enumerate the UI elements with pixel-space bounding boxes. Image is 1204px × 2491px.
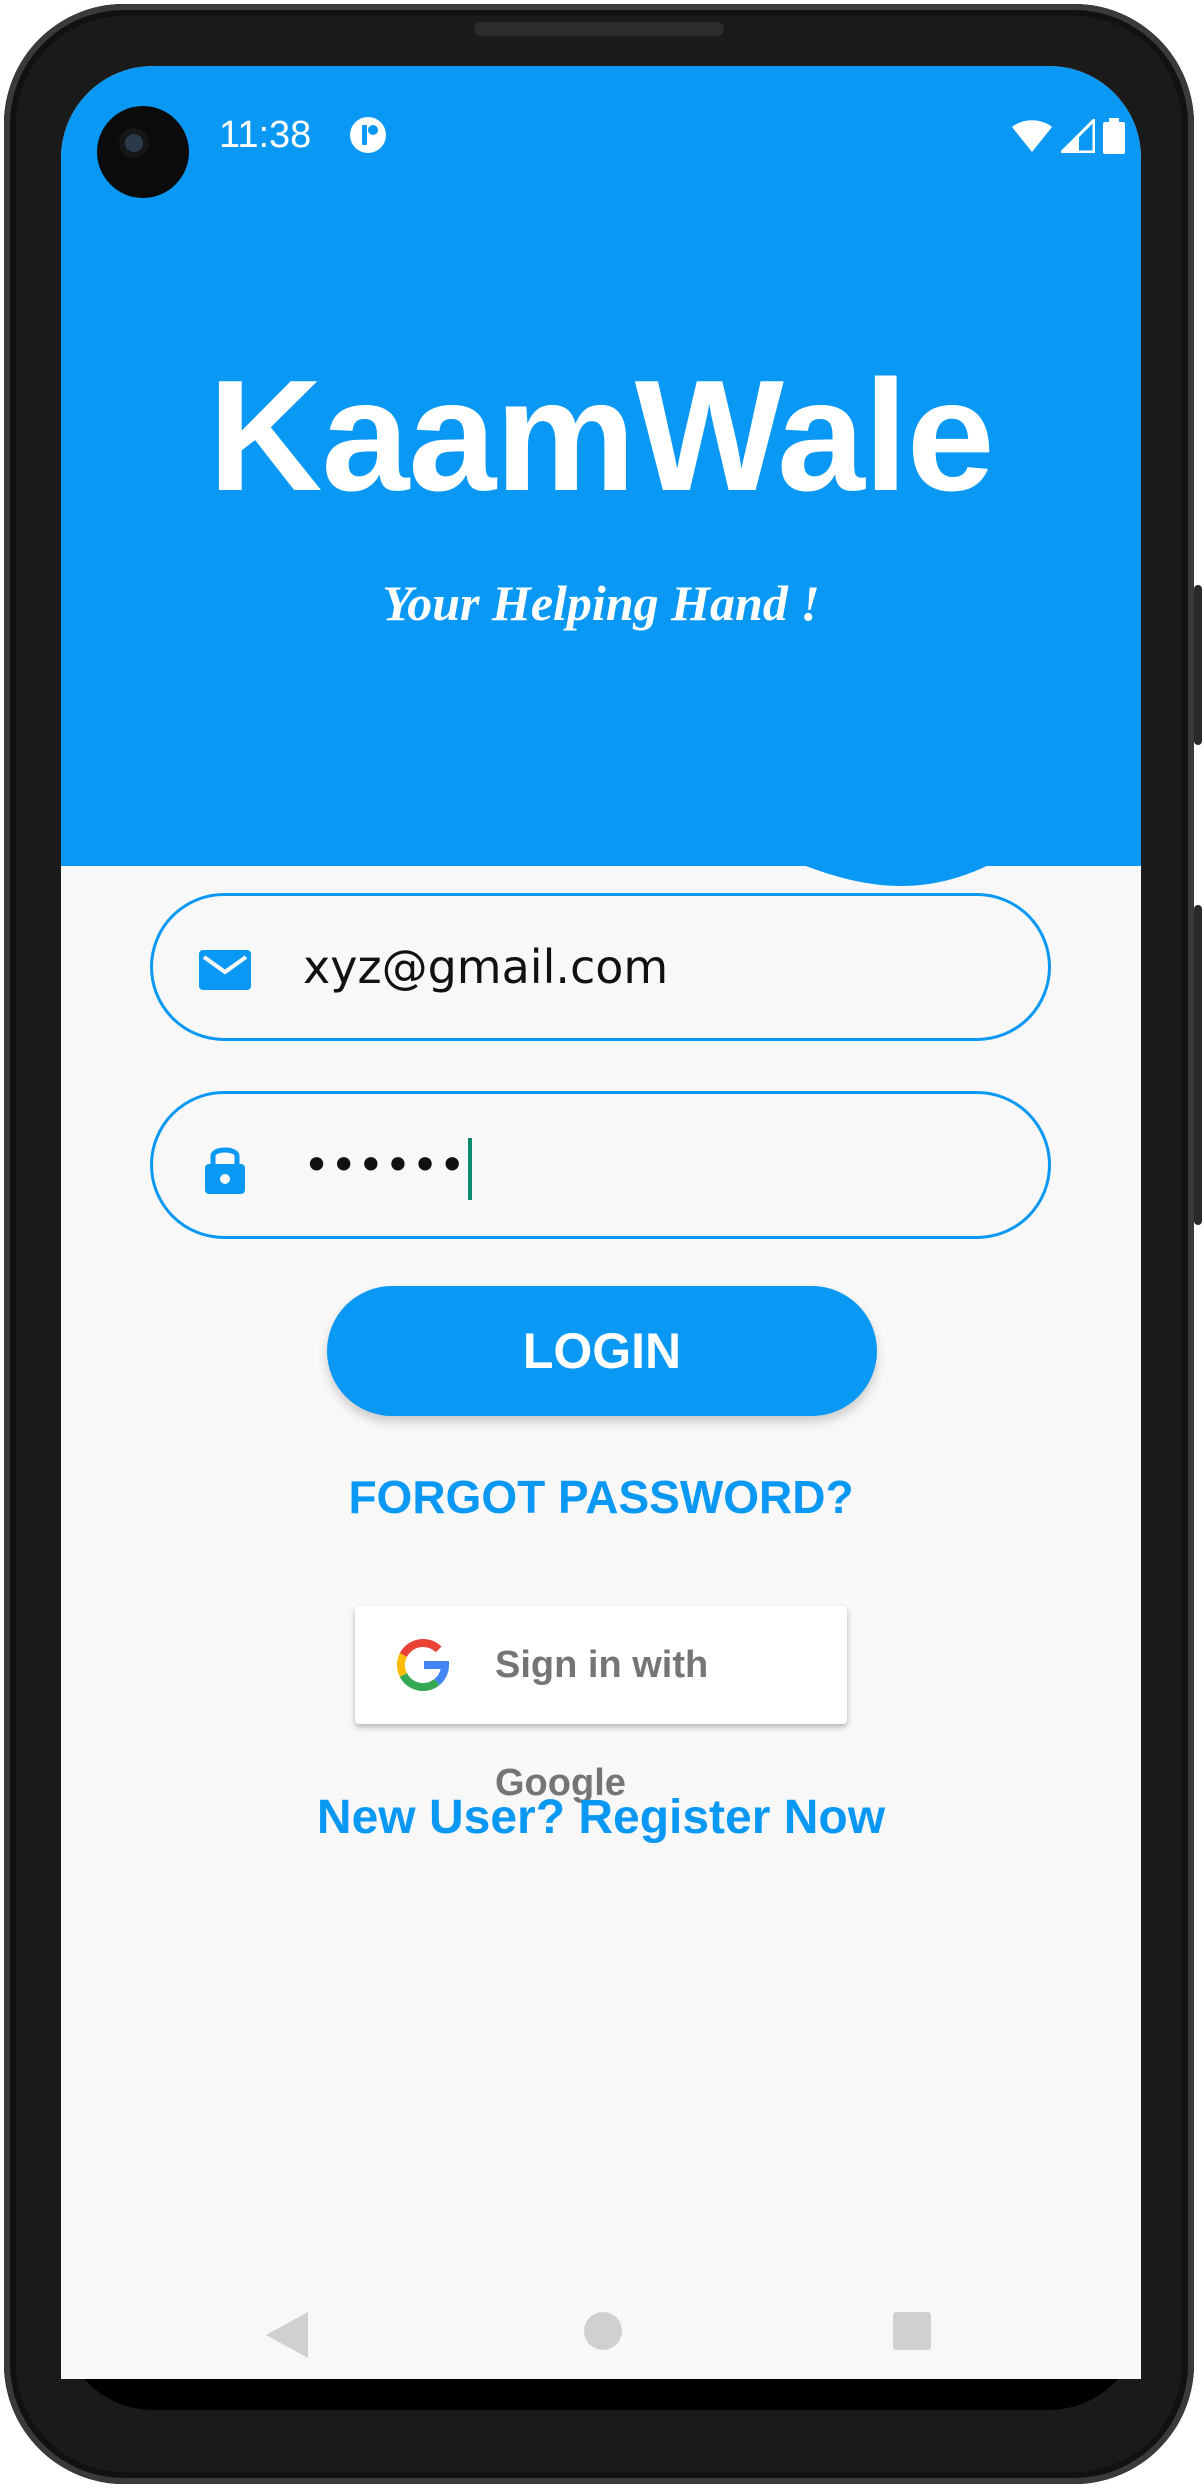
recents-icon[interactable] — [891, 2310, 933, 2352]
status-icons — [1011, 116, 1125, 156]
text-caret — [467, 1137, 472, 1200]
volume-button — [1194, 585, 1202, 745]
email-input-value: xyz@gmail.com — [303, 940, 669, 994]
google-g-icon — [397, 1639, 449, 1691]
password-mask: •••••• — [303, 1138, 466, 1192]
register-link[interactable]: New User? Register Now — [61, 1790, 1141, 1845]
power-button — [1194, 905, 1202, 1225]
login-button[interactable]: LOGIN — [327, 1286, 877, 1416]
battery-icon — [1103, 118, 1125, 154]
email-field[interactable]: xyz@gmail.com — [150, 893, 1051, 1041]
password-field[interactable]: •••••• — [150, 1091, 1051, 1239]
earpiece — [474, 22, 724, 36]
back-icon[interactable] — [264, 2310, 310, 2360]
home-icon[interactable] — [582, 2310, 624, 2352]
forgot-password-link[interactable]: FORGOT PASSWORD? — [61, 1470, 1141, 1524]
app-tagline: Your Helping Hand ! — [382, 575, 820, 631]
email-icon — [199, 950, 251, 990]
app-title: KaamWale — [208, 348, 994, 524]
header-wave — [61, 636, 1141, 886]
password-input-value: •••••• — [303, 1094, 472, 1236]
wifi-icon — [1012, 120, 1052, 152]
app-notification-icon — [350, 117, 386, 153]
signal-icon — [1061, 119, 1095, 153]
app-screen: 11:38 KaamWale Your Helping Hand ! xyz@g… — [61, 66, 1141, 2379]
status-time: 11:38 — [219, 114, 312, 156]
google-sign-in-button[interactable]: Sign in with Google — [355, 1606, 847, 1804]
status-bar: 11:38 — [61, 66, 1141, 206]
front-camera — [97, 106, 189, 198]
lock-icon — [205, 1147, 245, 1194]
